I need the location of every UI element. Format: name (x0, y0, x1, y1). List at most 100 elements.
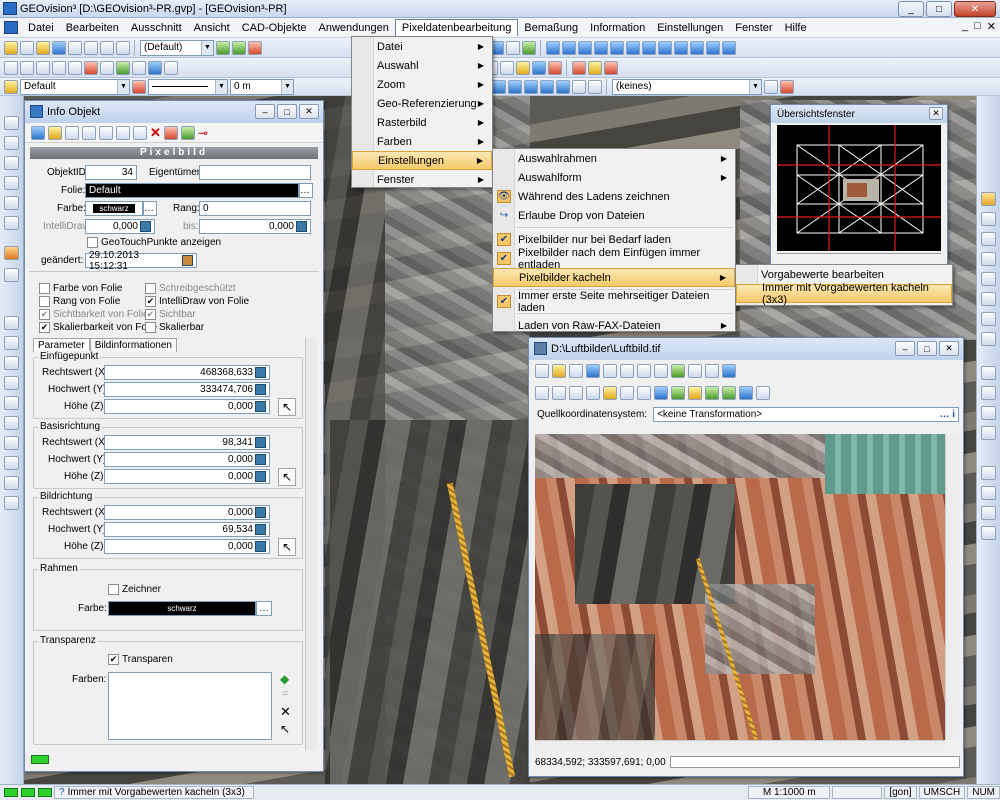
menu-bemassung[interactable]: Bemaßung (518, 20, 584, 36)
printer-icon[interactable] (116, 40, 130, 55)
einfuege-hoehe-field[interactable]: 0,000 (104, 399, 270, 414)
draw-arc-icon[interactable] (52, 60, 66, 75)
rang-von-folie-checkbox[interactable]: Rang von Folie (39, 296, 120, 307)
help-icon[interactable] (180, 125, 195, 140)
trim-tool-icon[interactable] (4, 356, 19, 370)
info-c-icon[interactable] (578, 40, 592, 55)
info-b-icon[interactable] (562, 40, 576, 55)
overview-zoom-slider[interactable] (777, 253, 941, 263)
last-icon[interactable] (133, 125, 147, 140)
info-i-icon[interactable] (674, 40, 688, 55)
join-tool-icon[interactable] (4, 336, 19, 350)
farbe-von-folie-checkbox[interactable]: Farbe von Folie (39, 283, 122, 294)
view-d-icon[interactable] (981, 526, 996, 540)
eigentuemer-field[interactable] (199, 165, 311, 180)
cut-icon[interactable] (535, 386, 549, 400)
objekt-id-field[interactable]: 34 (85, 165, 137, 180)
bild-hochwert-field[interactable]: 69,534 (104, 522, 270, 537)
transparent-checkbox[interactable]: ✔ Transparen (108, 654, 173, 665)
select-tool-icon[interactable] (4, 116, 19, 130)
save-icon[interactable] (52, 40, 66, 55)
copy-tool-icon[interactable] (4, 216, 19, 230)
pixel-menu-fenster[interactable]: Fenster ▶ (352, 170, 492, 189)
new-icon[interactable] (535, 364, 549, 378)
bild-hoehe-field[interactable]: 0,000 (104, 539, 270, 554)
layer-combo[interactable]: Default ▼ (20, 78, 130, 95)
edit-tool-icon[interactable] (4, 268, 19, 282)
crop-icon[interactable] (620, 386, 634, 400)
save-icon[interactable] (586, 364, 600, 378)
tab-bildinformationen[interactable]: Bildinformationen (89, 338, 177, 352)
info-a-icon[interactable] (546, 40, 560, 55)
prop-i-icon[interactable] (588, 79, 602, 94)
style-combo[interactable]: (Default) ▼ (140, 39, 214, 56)
info-icon[interactable] (654, 364, 668, 378)
calculator-icon[interactable] (140, 221, 151, 232)
zoom-prev-icon[interactable] (981, 272, 996, 286)
luft-minimize-button[interactable]: – (895, 341, 915, 356)
skalierbarkeit-von-folie-checkbox[interactable]: ✔ Skalierbarkeit von Folie (39, 322, 157, 333)
paste-icon[interactable] (100, 40, 114, 55)
menu-erste-seite-laden[interactable]: ✔ Immer erste Seite mehrseitiger Dateien … (493, 290, 735, 314)
zoom-slider[interactable] (669, 756, 960, 768)
edit-b-icon[interactable] (588, 60, 602, 75)
pixel-menu-farben[interactable]: Farben ▶ (352, 132, 492, 151)
print-icon[interactable] (620, 364, 634, 378)
pixel-menu-einstellungen[interactable]: Einstellungen ▶ (352, 151, 492, 170)
extend-tool-icon[interactable] (4, 376, 19, 390)
sichtbarkeit-von-folie-checkbox[interactable]: ✔ Sichtbarkeit von Folie (39, 309, 149, 320)
menu-anwendungen[interactable]: Anwendungen (313, 20, 395, 36)
calendar-icon[interactable] (182, 255, 193, 266)
tab-parameter[interactable]: Parameter (33, 338, 90, 352)
zoom-in-icon[interactable] (981, 212, 996, 226)
info-k-icon[interactable] (706, 40, 720, 55)
add-color-icon[interactable]: ◆ (280, 672, 289, 686)
prop-e-icon[interactable] (524, 79, 538, 94)
luftbild-image[interactable] (535, 434, 945, 740)
open-folder-icon[interactable] (36, 40, 50, 55)
overview-close-button[interactable]: ✕ (929, 107, 943, 120)
first-icon[interactable] (82, 125, 96, 140)
tool-c-icon[interactable] (506, 40, 520, 55)
edit-color-icon[interactable]: = (282, 688, 288, 700)
intellidraw-field[interactable]: 0,000 (85, 219, 155, 234)
layer-edit-icon[interactable] (232, 40, 246, 55)
snap-e-icon[interactable] (516, 60, 530, 75)
bis-field[interactable]: 0,000 (199, 219, 311, 234)
calculator-icon[interactable] (296, 221, 307, 232)
basis-rechtswert-field[interactable]: 98,341 (104, 435, 270, 450)
pixel-menu-datei[interactable]: Datei ▶ (352, 37, 492, 56)
filter-icon[interactable] (722, 386, 736, 400)
draw-misc-icon[interactable] (164, 60, 178, 75)
width-combo[interactable]: 0 m ▼ (230, 78, 294, 95)
nav-a-icon[interactable] (981, 366, 996, 380)
scale-tool-icon[interactable] (4, 176, 19, 190)
linetype-combo[interactable]: ▼ (148, 78, 228, 95)
map-icon[interactable] (671, 364, 685, 378)
overview-map[interactable] (777, 125, 941, 251)
view-a-icon[interactable] (981, 466, 996, 480)
prop-c-icon[interactable] (492, 79, 506, 94)
menu-bearbeiten[interactable]: Bearbeiten (60, 20, 125, 36)
geotouch-checkbox[interactable]: GeoTouchPunkte anzeigen (87, 237, 221, 248)
prop-j-icon[interactable] (764, 79, 778, 94)
info-j-icon[interactable] (690, 40, 704, 55)
intellidraw-von-folie-checkbox[interactable]: ✔ IntelliDraw von Folie (145, 296, 249, 307)
nav-d-icon[interactable] (981, 426, 996, 440)
menu-pixeldatenbearbeitung[interactable]: Pixeldatenbearbeitung (394, 19, 519, 36)
keines-combo[interactable]: (keines) ▼ (612, 78, 762, 95)
einfuege-hochwert-field[interactable]: 333474,706 (104, 382, 270, 397)
tool-d-icon[interactable] (522, 40, 536, 55)
rahmen-farbe-field[interactable]: schwarz (108, 601, 256, 616)
zoom-options-icon[interactable] (654, 386, 668, 400)
luft-vscrollbar[interactable] (945, 434, 959, 740)
pixel-menu-rasterbild[interactable]: Rasterbild ▶ (352, 113, 492, 132)
histogram-icon[interactable] (705, 386, 719, 400)
pick-color-icon[interactable]: ↖ (280, 722, 290, 736)
menu-waehrend-ladens-zeichnen[interactable]: 👁 Während des Ladens zeichnen (493, 187, 735, 206)
info-g-icon[interactable] (642, 40, 656, 55)
menu-datei[interactable]: Datei (22, 20, 60, 36)
remove-color-icon[interactable]: ✕ (280, 704, 291, 720)
panel-close-button[interactable]: ✕ (299, 104, 319, 119)
erase-icon[interactable] (586, 386, 600, 400)
